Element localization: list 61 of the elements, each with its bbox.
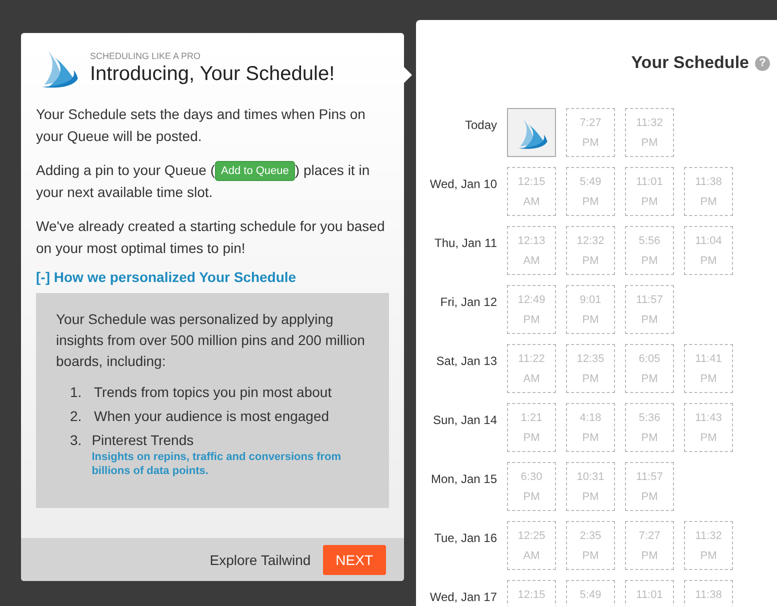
time-slot[interactable]: 1:21 PM: [507, 403, 556, 452]
tour-paragraph: Your Schedule sets the days and times when Pins on your Queue will be posted.: [36, 105, 366, 146]
time-slot[interactable]: 10:31 PM: [566, 462, 615, 511]
eyebrow-text: SCHEDULING LIKE A PRO: [90, 50, 202, 60]
time-slot[interactable]: 12:13 AM: [507, 226, 556, 275]
list-number: 3.: [70, 431, 82, 450]
time-slot[interactable]: 4:18 PM: [566, 403, 615, 452]
next-button[interactable]: NEXT: [322, 544, 386, 574]
time-slot[interactable]: 7:27 PM: [566, 108, 615, 157]
day-label: Sun, Jan 14: [432, 413, 497, 427]
scheduled-pin-slot[interactable]: [507, 108, 556, 157]
time-slot[interactable]: 5:49: [566, 580, 615, 606]
time-slot[interactable]: 5:56 PM: [625, 226, 674, 275]
time-slot[interactable]: 9:01 PM: [566, 285, 615, 334]
day-label: Fri, Jan 12: [439, 295, 497, 309]
day-label: Sat, Jan 13: [435, 354, 497, 368]
tour-paragraph: Adding a pin to your Queue ( Add to Queue ) places it in your next available time slot.: [36, 160, 371, 202]
time-slot[interactable]: 11:32 PM: [684, 521, 733, 570]
day-label: Mon, Jan 15: [430, 472, 497, 486]
time-slot[interactable]: 11:22 AM: [507, 344, 556, 393]
time-slot[interactable]: 11:57 PM: [625, 285, 674, 334]
time-slot[interactable]: 12:49 PM: [507, 285, 556, 334]
list-number: 1.: [70, 383, 83, 402]
time-slot[interactable]: 12:15: [507, 580, 556, 606]
time-slot[interactable]: 11:38 PM: [684, 167, 733, 216]
day-label: Wed, Jan 10: [428, 177, 497, 191]
time-slot[interactable]: 11:41 PM: [684, 344, 733, 393]
time-slot[interactable]: 12:32 PM: [566, 226, 615, 275]
time-slot[interactable]: 5:36 PM: [625, 403, 674, 452]
time-slot[interactable]: 11:01 PM: [625, 167, 674, 216]
list-item-text: Pinterest Trends: [92, 431, 195, 450]
time-slot[interactable]: 12:15 AM: [507, 167, 556, 216]
time-slot[interactable]: 2:35 PM: [566, 521, 615, 570]
details-intro: Your Schedule was personalized by applying insights from over 500 million pins and 200 million boards, including:: [56, 310, 366, 372]
list-item-note: Insights on repins, traffic and conversions from billions of data points.: [92, 450, 342, 478]
explore-link[interactable]: Explore Tailwind: [210, 552, 311, 568]
list-number: 2.: [70, 407, 83, 426]
help-icon[interactable]: ?: [755, 56, 770, 70]
time-slot[interactable]: 7:27 PM: [625, 521, 674, 570]
time-slot[interactable]: 12:35 PM: [566, 344, 615, 393]
tour-title: Introducing, Your Schedule!: [90, 62, 335, 86]
time-slot[interactable]: 11:01: [625, 580, 674, 606]
time-slot[interactable]: 11:38: [684, 580, 733, 606]
schedule-title: Your Schedule: [631, 53, 749, 73]
day-label: Wed, Jan 17: [428, 590, 497, 604]
time-slot[interactable]: 5:49 PM: [566, 167, 615, 216]
tour-paragraph: We've already created a starting schedule for you based on your most optimal times to pin!: [36, 217, 386, 258]
time-slot[interactable]: 11:32 PM: [625, 108, 674, 157]
list-item-text: When your audience is most engaged: [94, 407, 330, 426]
personalized-toggle-link[interactable]: [-] How we personalized Your Schedule: [36, 269, 389, 286]
add-to-queue-button[interactable]: Add to Queue: [215, 161, 295, 182]
list-item-text: Trends from topics you pin most about: [94, 383, 332, 402]
day-label: Today: [464, 118, 497, 132]
time-slot[interactable]: 6:30 PM: [507, 462, 556, 511]
time-slot[interactable]: 11:57 PM: [625, 462, 674, 511]
time-slot[interactable]: 11:43 PM: [684, 403, 733, 452]
day-label: Tue, Jan 16: [433, 531, 497, 545]
time-slot[interactable]: 6:05 PM: [625, 344, 674, 393]
time-slot[interactable]: 11:04 PM: [684, 226, 733, 275]
time-slot[interactable]: 12:25 AM: [507, 521, 556, 570]
day-label: Thu, Jan 11: [434, 236, 497, 250]
